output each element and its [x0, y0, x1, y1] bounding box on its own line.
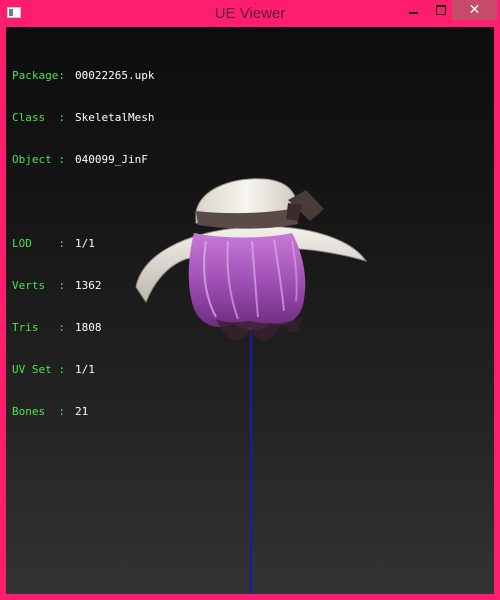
mesh-render — [135, 178, 368, 594]
title-bar[interactable]: UE Viewer ✕ — [0, 0, 500, 27]
hair-mass — [188, 233, 306, 331]
minimize-icon — [409, 12, 418, 14]
close-icon: ✕ — [468, 2, 481, 18]
close-button[interactable]: ✕ — [452, 0, 497, 20]
maximize-icon — [435, 5, 446, 15]
hat-bow-knot — [286, 203, 302, 221]
3d-viewport[interactable]: Package: 00022265.upk Class : SkeletalMe… — [6, 27, 494, 594]
ue-viewer-window: UE Viewer ✕ Package: 00022265.upk Class … — [0, 0, 500, 600]
maximize-button[interactable] — [427, 0, 454, 20]
minimize-button[interactable] — [400, 0, 427, 20]
